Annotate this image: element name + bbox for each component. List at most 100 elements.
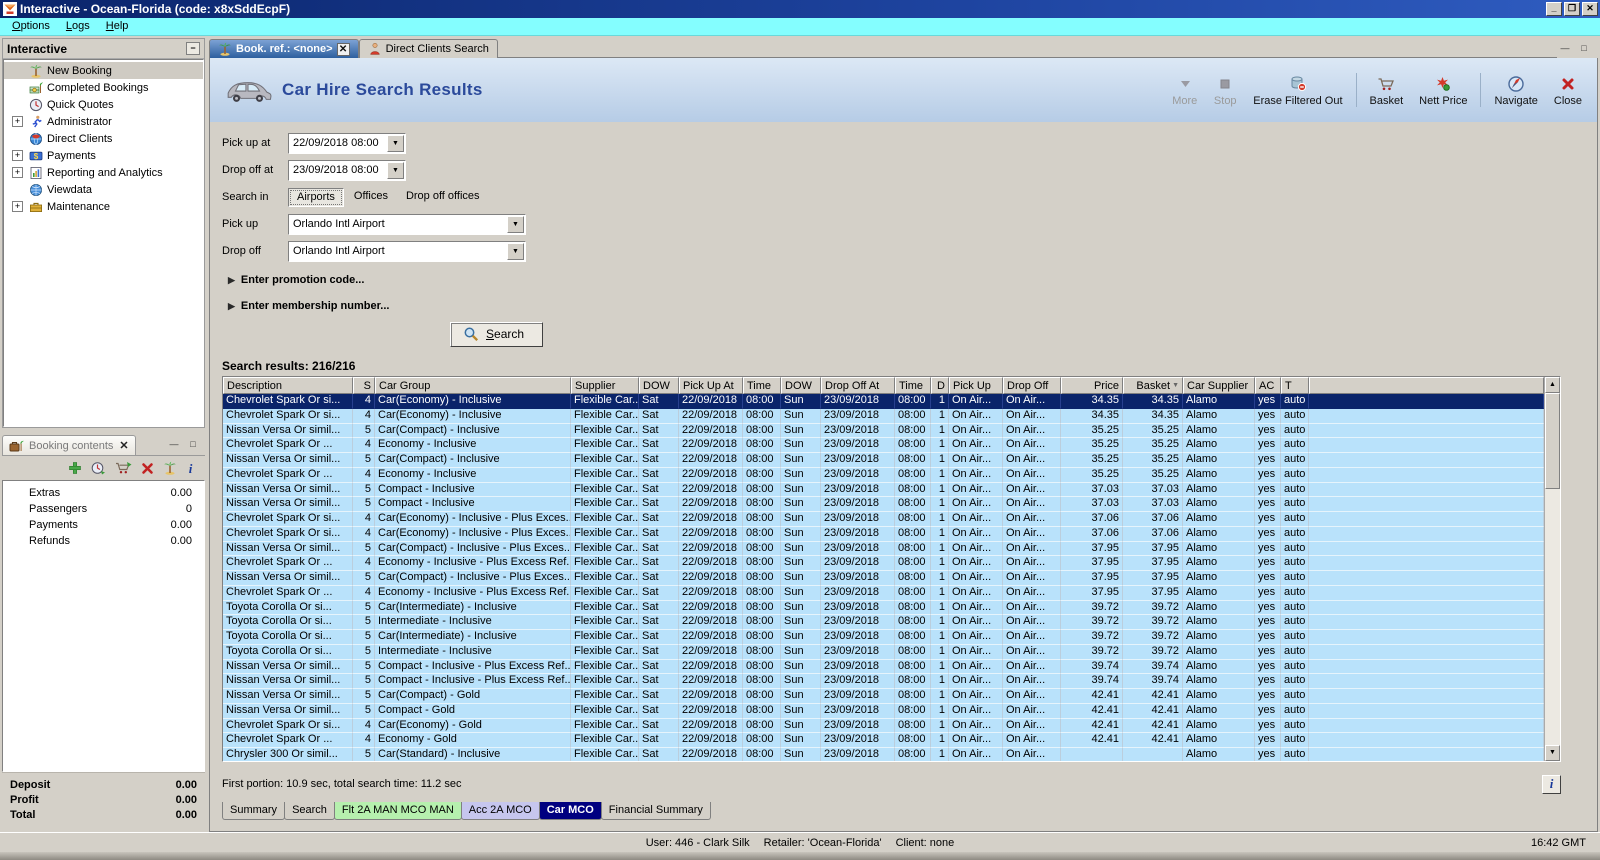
result-row[interactable]: Nissan Versa Or simil... 5 Car(Compact) - … [223,541,1544,557]
delete-icon[interactable] [141,462,154,475]
booking-item-payments[interactable]: Payments 0.00 [3,517,204,533]
restore-button[interactable]: ❐ [1564,2,1580,16]
membership-number-expander[interactable]: ▶ Enter membership number... [228,298,1597,314]
bottom-tab-car-mco[interactable]: Car MCO [538,802,602,820]
column-header-price[interactable]: Price [1061,377,1123,394]
sidebar-item-viewdata[interactable]: Viewdata [4,181,203,198]
close-button[interactable]: Close [1547,72,1589,109]
result-row[interactable]: Chevrolet Spark Or si... 4 Car(Economy) - … [223,718,1544,734]
sidebar-item-administrator[interactable]: + Administrator [4,113,203,130]
basket-button[interactable]: Basket [1363,72,1411,109]
search-in-tab-drop-off-offices[interactable]: Drop off offices [398,188,488,207]
scroll-up-icon[interactable]: ▲ [1545,377,1560,393]
result-row[interactable]: Chevrolet Spark Or ... 4 Economy - Inclusi… [223,467,1544,483]
column-header-drop-off-at[interactable]: Drop Off At [821,377,895,394]
sidebar-item-reporting-and-analytics[interactable]: + Reporting and Analytics [4,164,203,181]
tab-book-ref-none-[interactable]: Book. ref.: <none> ✕ [209,39,359,58]
column-header-dow[interactable]: DOW [781,377,821,394]
search-in-tab-offices[interactable]: Offices [346,188,396,207]
result-row[interactable]: Toyota Corolla Or si... 5 Car(Intermediate… [223,630,1544,645]
column-header-basket[interactable]: Basket ▼ [1123,377,1183,394]
cart-go-icon[interactable] [115,461,132,475]
tab-close-icon[interactable]: ✕ [336,42,350,56]
result-row[interactable]: Nissan Versa Or simil... 5 Car(Compact) - … [223,453,1544,468]
pickup-at-dropdown-icon[interactable]: ▼ [387,134,404,152]
result-row[interactable]: Nissan Versa Or simil... 5 Car(Compact) - … [223,423,1544,439]
dropoff-location-dropdown-icon[interactable]: ▼ [507,242,524,260]
column-header-t[interactable]: T [1281,377,1309,394]
result-row[interactable]: Nissan Versa Or simil... 5 Compact - Inclu… [223,659,1544,675]
column-header-car-supplier[interactable]: Car Supplier [1183,377,1255,394]
sidebar-item-quick-quotes[interactable]: Quick Quotes [4,96,203,113]
result-row[interactable]: Nissan Versa Or simil... 5 Car(Compact) - … [223,689,1544,704]
result-row[interactable]: Toyota Corolla Or si... 5 Intermediate - I… [223,615,1544,630]
column-header-supplier[interactable]: Supplier [571,377,639,394]
sidebar-item-maintenance[interactable]: + Maintenance [4,198,203,215]
result-row[interactable]: Chevrolet Spark Or si... 4 Car(Economy) - … [223,526,1544,542]
booking-contents-tab[interactable]: Booking contents ✕ [2,435,136,455]
sidebar-item-direct-clients[interactable]: Direct Clients [4,130,203,147]
search-button[interactable]: Search [450,322,544,347]
bottom-tab-search[interactable]: Search [284,802,335,820]
result-row[interactable]: Chevrolet Spark Or si... 4 Car(Economy) - … [223,408,1544,424]
column-header-time[interactable]: Time [895,377,931,394]
result-row[interactable]: Toyota Corolla Or si... 5 Car(Intermediate… [223,600,1544,616]
result-row[interactable]: Nissan Versa Or simil... 5 Compact - Inclu… [223,674,1544,689]
booking-item-refunds[interactable]: Refunds 0.00 [3,533,204,549]
result-row[interactable]: Toyota Corolla Or si... 5 Intermediate - I… [223,644,1544,660]
column-header-pick-up[interactable]: Pick Up [949,377,1003,394]
info-button[interactable]: i [1542,774,1561,794]
result-row[interactable]: Nissan Versa Or simil... 5 Car(Compact) - … [223,571,1544,586]
result-row[interactable]: Nissan Versa Or simil... 5 Compact - Inclu… [223,497,1544,512]
quick-quote-icon[interactable] [91,461,106,475]
doc-restore-button[interactable]: □ [1576,41,1592,55]
result-row[interactable]: Nissan Versa Or simil... 5 Compact - Gold F… [223,703,1544,719]
search-in-tab-airports[interactable]: Airports [288,187,344,207]
navigate-button[interactable]: Navigate [1487,72,1544,109]
booking-item-extras[interactable]: Extras 0.00 [3,485,204,501]
menu-logs[interactable]: Logs [58,19,98,34]
result-row[interactable]: Chevrolet Spark Or ... 4 Economy - Inclusi… [223,585,1544,601]
result-row[interactable]: Chevrolet Spark Or ... 4 Economy - Inclusi… [223,556,1544,571]
palm-icon[interactable] [163,461,177,475]
column-header-s[interactable]: S [353,377,375,394]
pickup-at-input[interactable]: 22/09/2018 08:00 ▼ [288,132,406,154]
booking-panel-minimize-button[interactable]: — [166,437,182,451]
booking-panel-maximize-button[interactable]: □ [185,437,201,451]
result-row[interactable]: Chevrolet Spark Or ... 4 Economy - Inclusi… [223,438,1544,453]
menu-options[interactable]: Options [4,19,58,34]
dropoff-at-input[interactable]: 23/09/2018 08:00 ▼ [288,159,406,181]
doc-minimize-button[interactable]: — [1557,41,1573,55]
expand-icon[interactable]: + [12,116,23,127]
column-header-ac[interactable]: AC [1255,377,1281,394]
dropoff-at-dropdown-icon[interactable]: ▼ [387,161,404,179]
sidebar-item-completed-bookings[interactable]: Completed Bookings [4,79,203,96]
bottom-tab-acc-2a-mco[interactable]: Acc 2A MCO [460,802,540,820]
pickup-location-dropdown-icon[interactable]: ▼ [507,215,524,233]
column-header-dow[interactable]: DOW [639,377,679,394]
column-header-time[interactable]: Time [743,377,781,394]
result-row[interactable]: Chevrolet Spark Or ... 4 Economy - Gold Fle… [223,733,1544,748]
menu-help[interactable]: Help [98,19,137,34]
booking-item-passengers[interactable]: Passengers 0 [3,501,204,517]
tab-direct-clients-search[interactable]: Direct Clients Search [358,39,498,58]
vertical-scrollbar[interactable]: ▲ ▼ [1544,377,1560,761]
booking-tab-close-icon[interactable]: ✕ [119,439,128,452]
column-header-pick-up-at[interactable]: Pick Up At [679,377,743,394]
promotion-code-expander[interactable]: ▶ Enter promotion code... [228,272,1597,288]
collapse-panel-button[interactable]: − [186,42,200,55]
expand-icon[interactable]: + [12,201,23,212]
sidebar-item-payments[interactable]: + $ Payments [4,147,203,164]
erase-filtered-out-button[interactable]: Erase Filtered Out [1246,72,1349,109]
pickup-location-select[interactable]: Orlando Intl Airport ▼ [288,213,526,235]
scroll-down-icon[interactable]: ▼ [1545,745,1560,761]
bottom-tab-summary[interactable]: Summary [222,802,286,820]
column-header-car-group[interactable]: Car Group [375,377,571,394]
result-row[interactable]: Chevrolet Spark Or si... 4 Car(Economy) - … [223,394,1544,409]
column-header-description[interactable]: Description [223,377,353,394]
expand-icon[interactable]: + [12,150,23,161]
column-header-drop-off[interactable]: Drop Off [1003,377,1061,394]
minimize-button[interactable]: _ [1546,2,1562,16]
sidebar-item-new-booking[interactable]: New Booking [4,62,203,79]
result-row[interactable]: Chrysler 300 Or simil... 5 Car(Standard) -… [223,748,1544,761]
